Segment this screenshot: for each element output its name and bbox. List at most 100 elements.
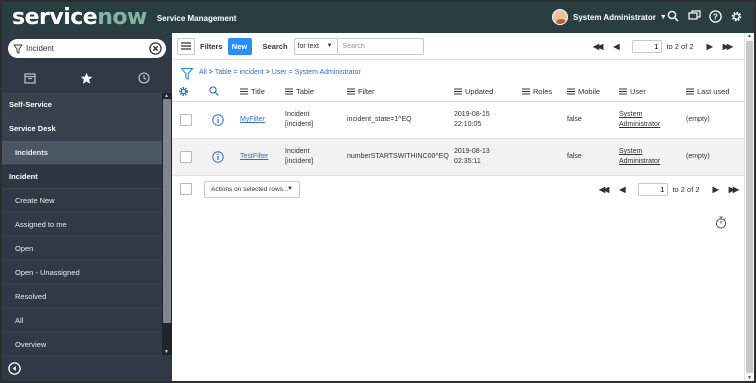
nav-item-overview[interactable]: Overview — [2, 333, 162, 357]
search-field-select[interactable]: for text ▼ — [293, 37, 338, 55]
search-input[interactable] — [337, 37, 424, 55]
funnel-icon[interactable] — [181, 68, 193, 80]
column-table[interactable]: Table — [285, 87, 314, 96]
row-title-link[interactable]: TestFilter — [240, 152, 268, 162]
breadcrumb-table[interactable]: Table = incident — [215, 69, 264, 76]
navigator-filter[interactable] — [8, 39, 166, 58]
row-updated-date: 2019-08-15 — [454, 111, 490, 118]
breadcrumb-user[interactable]: User = System Administrator — [272, 69, 361, 76]
info-icon[interactable] — [212, 151, 224, 163]
nav-item-open[interactable]: Open — [2, 237, 162, 261]
column-table-label: Table — [296, 87, 314, 96]
column-user[interactable]: User — [619, 87, 646, 96]
scroll-up-icon[interactable]: ▲ — [747, 33, 752, 39]
previous-page-icon[interactable]: ◀ — [616, 185, 626, 194]
favorites-star-icon[interactable] — [80, 71, 94, 85]
row-user-link[interactable]: System Administrator — [619, 147, 660, 167]
next-page-icon[interactable]: ▶ — [710, 185, 720, 194]
stopwatch-icon[interactable] — [715, 216, 727, 229]
navigator-scrollbar[interactable]: ▲ ▼ — [162, 93, 172, 355]
select-all-checkbox[interactable] — [180, 183, 192, 195]
column-menu-icon — [240, 88, 248, 95]
scroll-down-icon[interactable]: ▼ — [747, 375, 752, 381]
page-input[interactable] — [632, 40, 663, 53]
nav-item-incidents[interactable]: Incidents — [2, 141, 162, 165]
nav-item-all[interactable]: All — [2, 309, 162, 333]
row-updated-date: 2019-08-13 — [454, 148, 490, 155]
info-icon[interactable] — [212, 114, 224, 126]
previous-page-icon[interactable]: ◀ — [610, 42, 620, 51]
new-button[interactable]: New — [227, 37, 252, 55]
avatar — [552, 9, 568, 25]
table-header: Title Table Filter Updated Roles Mobile … — [172, 82, 744, 102]
breadcrumb-all[interactable]: All — [199, 69, 207, 76]
user-menu[interactable]: System Administrator ▼ — [552, 9, 667, 25]
nav-item-assigned-to-me[interactable]: Assigned to me — [2, 213, 162, 237]
row-table-id: [incident] — [285, 121, 314, 128]
next-page-icon[interactable]: ▶ — [704, 42, 714, 51]
clear-filter-icon[interactable] — [149, 42, 162, 55]
nav-app-incident[interactable]: Incident — [2, 165, 162, 189]
column-filter-label: Filter — [358, 87, 375, 96]
all-apps-icon[interactable] — [23, 71, 37, 85]
history-clock-icon[interactable] — [137, 71, 151, 85]
filter-icon — [13, 44, 23, 54]
column-menu-icon — [619, 88, 627, 95]
column-mobile[interactable]: Mobile — [567, 87, 600, 96]
column-last-used[interactable]: Last used — [686, 87, 730, 96]
row-updated-time: 22:10:05 — [454, 121, 482, 128]
row-checkbox[interactable] — [180, 114, 192, 126]
collapse-navigator-icon[interactable] — [8, 362, 21, 375]
row-checkbox[interactable] — [180, 151, 192, 163]
nav-item-resolved[interactable]: Resolved — [2, 285, 162, 309]
main-scroll-thumb[interactable] — [746, 41, 753, 373]
row-updated-cell: 2019-08-15 22:10:05 — [454, 110, 490, 130]
column-filter[interactable]: Filter — [347, 87, 375, 96]
main-scrollbar[interactable]: ▲ ▼ — [744, 33, 754, 381]
last-page-icon[interactable]: ▶▶ — [720, 42, 734, 51]
chat-icon[interactable] — [687, 9, 701, 23]
column-menu-icon — [522, 88, 530, 95]
first-page-icon[interactable]: ◀◀ — [596, 185, 610, 194]
navigator-tabs — [2, 68, 172, 88]
first-page-icon[interactable]: ◀◀ — [590, 42, 604, 51]
column-user-label: User — [630, 87, 646, 96]
navigator-filter-input[interactable] — [26, 44, 136, 53]
column-title[interactable]: Title — [240, 87, 265, 96]
scroll-down-icon[interactable]: ▼ — [164, 349, 169, 355]
nav-item-create-new[interactable]: Create New — [2, 189, 162, 213]
actions-select[interactable]: Actions on selected rows... ▼ — [204, 181, 300, 198]
row-updated-time: 02:35:11 — [454, 158, 481, 165]
column-updated[interactable]: Updated — [454, 87, 493, 96]
nav-item-open-unassigned[interactable]: Open - Unassigned — [2, 261, 162, 285]
last-page-icon[interactable]: ▶▶ — [726, 185, 740, 194]
filters-toggle[interactable]: Filters — [200, 42, 223, 51]
search-icon[interactable] — [666, 9, 680, 23]
row-filter-cell: incident_state=1^EQ — [347, 116, 412, 123]
table-row[interactable]: TestFilter Incident [incident] numberSTAR… — [172, 139, 744, 176]
column-roles-label: Roles — [533, 87, 553, 96]
nav-section-service-desk[interactable]: Service Desk — [2, 117, 162, 141]
logo-service-text: service — [12, 4, 98, 30]
nav-section-self-service[interactable]: Self-Service — [2, 93, 162, 117]
svg-text:?: ? — [713, 12, 718, 21]
row-table-cell: Incident [incident] — [285, 147, 313, 167]
column-search-icon[interactable] — [209, 86, 219, 96]
table-row[interactable]: MyFilter Incident [incident] incident_sta… — [172, 102, 744, 139]
navigator-scroll-thumb[interactable] — [163, 99, 171, 323]
header-icons: ? — [666, 9, 743, 23]
page-input[interactable] — [638, 183, 669, 196]
row-title-link[interactable]: MyFilter — [240, 115, 265, 125]
personalize-list-gear-icon[interactable] — [178, 86, 189, 97]
list-menu-button[interactable] — [177, 37, 195, 55]
servicenow-logo[interactable]: servicenow — [12, 4, 147, 30]
breadcrumb-separator: > — [265, 68, 270, 76]
column-roles[interactable]: Roles — [522, 87, 552, 96]
help-icon[interactable]: ? — [708, 9, 722, 23]
row-table-name: Incident — [285, 148, 310, 155]
chevron-down-icon: ▼ — [326, 42, 333, 49]
gear-icon[interactable] — [729, 9, 743, 23]
column-menu-icon — [454, 88, 462, 95]
app-title: Service Management — [156, 14, 237, 23]
row-user-link[interactable]: System Administrator — [619, 110, 660, 130]
